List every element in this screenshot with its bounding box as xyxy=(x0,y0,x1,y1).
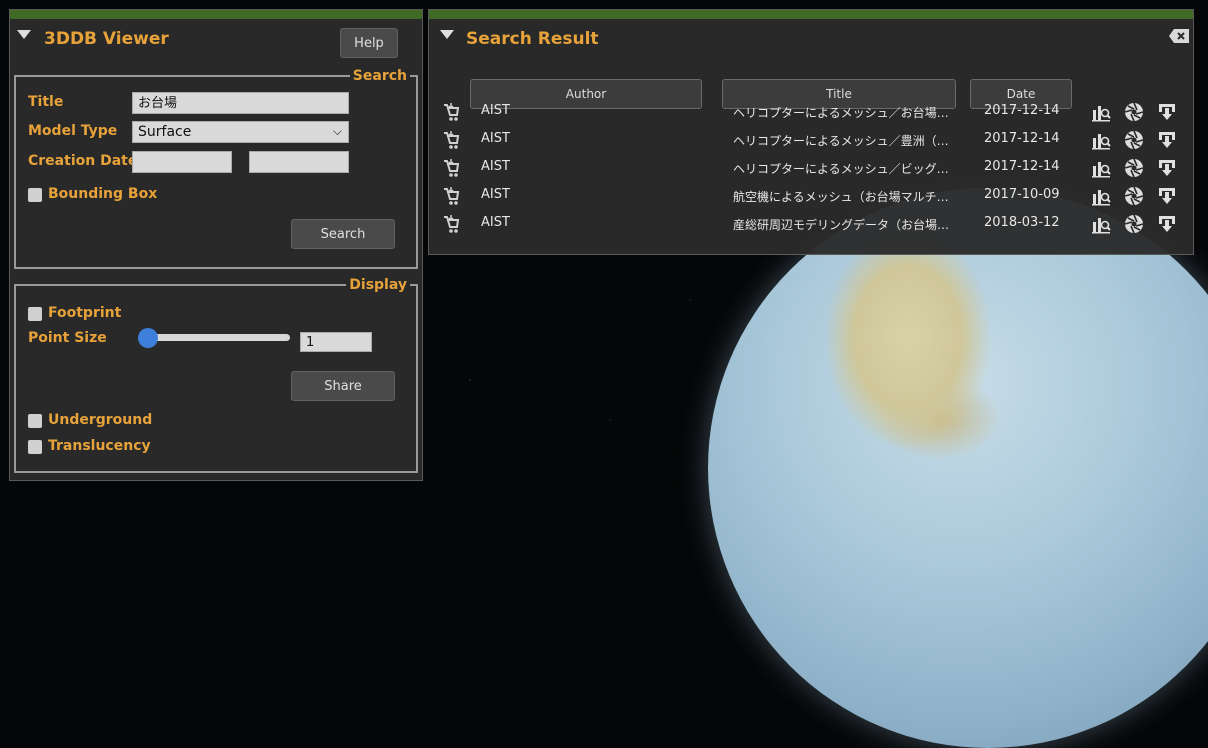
collapse-triangle-icon[interactable] xyxy=(17,30,31,39)
point-size-slider-track[interactable] xyxy=(140,334,290,341)
download-icon[interactable] xyxy=(1157,186,1177,210)
chart-zoom-icon[interactable] xyxy=(1091,186,1111,210)
translucency-checkbox[interactable] xyxy=(28,440,42,454)
download-icon[interactable] xyxy=(1157,102,1177,126)
cart-icon[interactable] xyxy=(442,214,460,238)
result-date: 2018-03-12 xyxy=(984,215,1060,230)
creation-date-to-input[interactable] xyxy=(249,151,349,173)
download-icon[interactable] xyxy=(1157,214,1177,238)
point-size-input[interactable]: 1 xyxy=(300,332,372,352)
result-title: Search Result xyxy=(466,29,599,49)
result-author: AIST xyxy=(481,215,510,230)
help-button[interactable]: Help xyxy=(340,28,398,58)
viewer-title: 3DDB Viewer xyxy=(44,29,169,49)
result-panel-header-bar xyxy=(429,10,1193,19)
aperture-icon[interactable] xyxy=(1124,214,1144,238)
result-title[interactable]: 航空機によるメッシュ（お台場マルチ… xyxy=(733,188,973,205)
translucency-label: Translucency xyxy=(48,438,151,454)
chart-zoom-icon[interactable] xyxy=(1091,130,1111,154)
cart-icon[interactable] xyxy=(442,102,460,126)
result-date: 2017-10-09 xyxy=(984,187,1060,202)
point-size-label: Point Size xyxy=(28,330,107,346)
result-author: AIST xyxy=(481,187,510,202)
result-date: 2017-12-14 xyxy=(984,131,1060,146)
viewer-panel: 3DDB Viewer Help Search Title お台場 Model … xyxy=(9,9,423,481)
search-result-panel: Search Result Author Title Date AIST ヘリコプ… xyxy=(428,9,1194,255)
underground-checkbox[interactable] xyxy=(28,414,42,428)
result-row[interactable]: AIST ヘリコプターによるメッシュ／ビッグ… 2017-12-14 xyxy=(429,156,1193,184)
result-author: AIST xyxy=(481,103,510,118)
search-button[interactable]: Search xyxy=(291,219,395,249)
result-row[interactable]: AIST 産総研周辺モデリングデータ（お台場… 2018-03-12 xyxy=(429,212,1193,240)
bounding-box-checkbox[interactable] xyxy=(28,188,42,202)
aperture-icon[interactable] xyxy=(1124,102,1144,126)
cart-icon[interactable] xyxy=(442,186,460,210)
cart-icon[interactable] xyxy=(442,130,460,154)
download-icon[interactable] xyxy=(1157,158,1177,182)
download-icon[interactable] xyxy=(1157,130,1177,154)
result-title[interactable]: ヘリコプターによるメッシュ／お台場… xyxy=(733,104,973,121)
model-type-select[interactable]: Surface ⌵ xyxy=(132,121,349,143)
chart-zoom-icon[interactable] xyxy=(1091,214,1111,238)
aperture-icon[interactable] xyxy=(1124,158,1144,182)
creation-date-from-input[interactable] xyxy=(132,151,232,173)
bounding-box-label: Bounding Box xyxy=(48,186,158,202)
point-size-slider-handle[interactable] xyxy=(138,328,158,348)
chevron-down-icon: ⌵ xyxy=(332,124,342,138)
search-legend: Search xyxy=(352,68,407,84)
result-author: AIST xyxy=(481,131,510,146)
result-title[interactable]: ヘリコプターによるメッシュ／豊洲（… xyxy=(733,132,973,149)
cart-icon[interactable] xyxy=(442,158,460,182)
chart-zoom-icon[interactable] xyxy=(1091,158,1111,182)
result-row[interactable]: AIST ヘリコプターによるメッシュ／豊洲（… 2017-12-14 xyxy=(429,128,1193,156)
display-legend: Display xyxy=(349,277,407,293)
viewer-panel-header-bar xyxy=(10,10,422,19)
result-row[interactable]: AIST 航空機によるメッシュ（お台場マルチ… 2017-10-09 xyxy=(429,184,1193,212)
model-type-value: Surface xyxy=(138,124,192,140)
chart-zoom-icon[interactable] xyxy=(1091,102,1111,126)
result-title[interactable]: 産総研周辺モデリングデータ（お台場… xyxy=(733,216,973,233)
clear-icon[interactable] xyxy=(1169,28,1189,47)
creation-date-label: Creation Date xyxy=(28,153,138,169)
title-input[interactable]: お台場 xyxy=(132,92,349,114)
result-row[interactable]: AIST ヘリコプターによるメッシュ／お台場… 2017-12-14 xyxy=(429,100,1193,128)
title-label: Title xyxy=(28,94,64,110)
aperture-icon[interactable] xyxy=(1124,186,1144,210)
result-date: 2017-12-14 xyxy=(984,159,1060,174)
footprint-checkbox[interactable] xyxy=(28,307,42,321)
share-button[interactable]: Share xyxy=(291,371,395,401)
collapse-triangle-icon[interactable] xyxy=(440,30,454,39)
footprint-label: Footprint xyxy=(48,305,122,321)
result-author: AIST xyxy=(481,159,510,174)
model-type-label: Model Type xyxy=(28,123,118,139)
aperture-icon[interactable] xyxy=(1124,130,1144,154)
result-date: 2017-12-14 xyxy=(984,103,1060,118)
result-title[interactable]: ヘリコプターによるメッシュ／ビッグ… xyxy=(733,160,973,177)
underground-label: Underground xyxy=(48,412,153,428)
